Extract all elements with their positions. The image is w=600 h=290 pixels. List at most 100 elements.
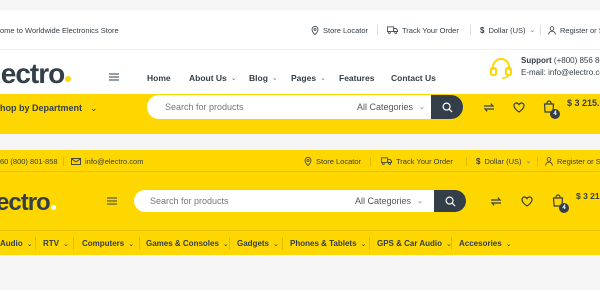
dept-label: Gadgets: [237, 239, 270, 248]
heart-icon: [513, 102, 525, 113]
hamburger-icon: [109, 73, 119, 81]
truck-icon: [387, 26, 398, 34]
chevron-down-icon: ⌄: [419, 104, 425, 111]
nav-label: Pages: [291, 73, 317, 83]
dept-divider: [451, 237, 452, 250]
chevron-down-icon: ⌄: [320, 75, 326, 82]
store-locator-link[interactable]: Store Locator: [311, 10, 368, 50]
chevron-down-icon: ⌄: [525, 158, 532, 165]
search-form: All Categories ⌄: [147, 95, 463, 119]
category-label: All Categories: [355, 196, 412, 206]
header-v1: ome to Worldwide Electronics Store Store…: [0, 10, 600, 134]
topbar-divider: [466, 157, 467, 166]
currency-label: Dollar (US): [484, 156, 522, 166]
shop-by-department-button[interactable]: hop by Department ⌄: [0, 94, 98, 122]
chevron-down-icon: ⌄: [271, 75, 278, 82]
dept-label: Audio: [0, 239, 23, 248]
dept-rtv[interactable]: RTV ⌄: [43, 231, 69, 256]
store-locator-label: Store Locator: [316, 156, 362, 166]
menu-toggle[interactable]: [107, 197, 117, 205]
topbar-divider: [470, 25, 471, 35]
topbar-divider: [377, 25, 378, 35]
chevron-down-icon: ⌄: [505, 240, 512, 248]
category-select[interactable]: All Categories ⌄: [355, 190, 423, 212]
dept-accesories[interactable]: Accesories ⌄: [459, 231, 512, 256]
store-locator-label: Store Locator: [323, 25, 369, 35]
chevron-down-icon: ⌄: [128, 240, 135, 248]
dept-divider: [35, 237, 36, 250]
register-link[interactable]: Register or Si: [545, 150, 600, 172]
nav-label: Blog: [249, 73, 268, 83]
logo[interactable]: lectro: [0, 54, 72, 88]
search-input[interactable]: [165, 102, 345, 112]
chevron-down-icon: ⌄: [230, 75, 237, 82]
envelope-icon: [71, 157, 81, 165]
heart-icon: [521, 196, 533, 207]
cart-count-badge: 4: [559, 203, 569, 213]
track-order-link[interactable]: Track Your Order: [387, 10, 459, 50]
dept-label: Accesories: [459, 239, 502, 248]
user-icon: [548, 25, 556, 35]
dept-divider: [229, 237, 230, 250]
headset-icon: [490, 58, 512, 79]
store-locator-link[interactable]: Store Locator: [304, 150, 361, 172]
currency-selector[interactable]: $ Dollar (US) ⌄: [476, 150, 531, 172]
wishlist-button[interactable]: [521, 196, 533, 207]
email-link[interactable]: info@electro.com: [71, 150, 143, 172]
dept-audio[interactable]: Audio ⌄: [0, 231, 33, 256]
truck-icon: [381, 157, 392, 165]
dept-phones-tablets[interactable]: Phones & Tablets ⌄: [290, 231, 366, 256]
dollar-icon: $: [476, 156, 481, 166]
dept-label: Computers: [82, 239, 125, 248]
department-search-bar: hop by Department ⌄ All Categories ⌄ 4 $…: [0, 94, 600, 134]
dept-computers[interactable]: Computers ⌄: [82, 231, 134, 256]
dept-games-consoles[interactable]: Games & Consoles ⌄: [146, 231, 229, 256]
register-link[interactable]: Register or S: [548, 10, 600, 50]
category-select[interactable]: All Categories ⌄: [357, 95, 425, 119]
top-bar: ome to Worldwide Electronics Store Store…: [0, 10, 600, 50]
cart-count-badge: 4: [550, 109, 560, 119]
compare-button[interactable]: [483, 102, 495, 113]
compare-icon: [490, 197, 502, 206]
cart-button[interactable]: 4 $ 3 215.9: [543, 98, 600, 122]
compare-button[interactable]: [490, 196, 502, 207]
search-icon: [442, 102, 453, 113]
dollar-icon: $: [480, 25, 485, 35]
search-form: All Categories ⌄: [134, 190, 466, 212]
search-input[interactable]: [150, 196, 330, 206]
nav-label: Contact Us: [391, 73, 436, 83]
dept-label: RTV: [43, 239, 59, 248]
chevron-down-icon: ⌄: [90, 102, 98, 113]
chevron-down-icon: ⌄: [417, 198, 423, 205]
topbar-divider: [63, 157, 64, 166]
dept-label: GPS & Car Audio: [377, 239, 443, 248]
dept-label: Games & Consoles: [146, 239, 219, 248]
nav-label: About Us: [189, 73, 227, 83]
email-label: info@electro.com: [85, 156, 144, 166]
register-label: Register or Si: [557, 156, 600, 166]
dept-divider: [282, 237, 283, 250]
topbar-divider: [370, 157, 371, 166]
hamburger-icon: [107, 197, 117, 205]
dept-gadgets[interactable]: Gadgets ⌄: [237, 231, 279, 256]
search-button[interactable]: [431, 95, 463, 119]
category-label: All Categories: [357, 102, 414, 112]
cart-button[interactable]: 4 $ 3 215: [552, 191, 600, 216]
menu-toggle[interactable]: [109, 73, 119, 81]
search-button[interactable]: [434, 190, 466, 212]
department-label: hop by Department: [0, 103, 83, 113]
dept-gps-car-audio[interactable]: GPS & Car Audio ⌄: [377, 231, 452, 256]
welcome-text: ome to Worldwide Electronics Store: [0, 25, 119, 35]
logo-text: ectro: [0, 189, 51, 216]
currency-selector[interactable]: $ Dollar (US) ⌄: [480, 10, 535, 50]
dept-divider: [73, 237, 74, 250]
user-icon: [545, 156, 553, 166]
chevron-down-icon: ⌄: [273, 240, 279, 248]
wishlist-button[interactable]: [513, 102, 525, 113]
track-order-link[interactable]: Track Your Order: [381, 150, 453, 172]
chevron-down-icon: ⌄: [360, 240, 367, 248]
top-bar: 60 (800) 801-858 info@electro.com Store …: [0, 150, 600, 172]
nav-label: Features: [339, 73, 375, 83]
logo[interactable]: ectro: [0, 185, 56, 215]
department-nav: Audio ⌄ RTV ⌄ Computers ⌄ Games & Consoles ⌄…: [0, 230, 600, 255]
